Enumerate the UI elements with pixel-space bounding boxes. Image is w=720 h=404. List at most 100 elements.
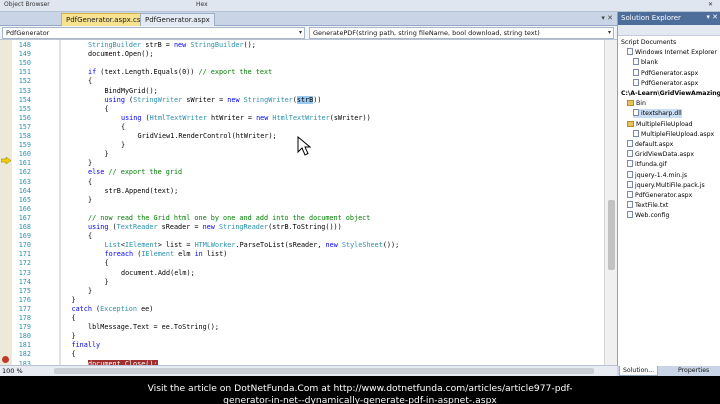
code-line[interactable]: 165} bbox=[0, 196, 604, 205]
tree-item[interactable]: jquery-1.4.min.js bbox=[627, 170, 687, 180]
zoom-level[interactable]: 100 % bbox=[2, 367, 23, 375]
code-line[interactable]: 177 catch (Exception ee) bbox=[0, 305, 604, 314]
tree-item[interactable]: C:\A-Learn\GridViewAmazing\ bbox=[621, 89, 720, 98]
tree-item[interactable]: itfunda.gif bbox=[627, 160, 667, 169]
code-line[interactable]: 164 strB.Append(text); bbox=[0, 187, 604, 196]
code-text[interactable]: { bbox=[88, 232, 92, 241]
code-line[interactable]: 181 finally bbox=[0, 341, 604, 350]
tab-solution[interactable]: Solution... bbox=[619, 366, 659, 376]
code-line[interactable]: 167 // now read the Grid html one by one … bbox=[0, 214, 604, 223]
tab-pdfgenerator-aspx[interactable]: PdfGenerator.aspx bbox=[140, 13, 215, 26]
code-text[interactable]: if (text.Length.Equals(0)) // export the… bbox=[88, 68, 272, 77]
tree-item[interactable]: MultipleFileUpload bbox=[627, 120, 693, 129]
code-line[interactable]: 169 { bbox=[0, 232, 604, 241]
tree-item[interactable]: Script Documents bbox=[621, 38, 676, 47]
code-line[interactable]: 170 List<IElement> list = HTMLWorker.Pars… bbox=[0, 241, 604, 250]
tree-item[interactable]: PdfGenerator.aspx bbox=[627, 191, 692, 200]
code-text[interactable]: finally bbox=[72, 341, 101, 350]
code-line[interactable]: 182 { bbox=[0, 350, 604, 359]
tree-item[interactable]: blank bbox=[633, 58, 658, 67]
code-text[interactable]: } bbox=[105, 278, 109, 287]
code-text[interactable]: } bbox=[105, 150, 109, 159]
code-text[interactable]: { bbox=[105, 259, 109, 268]
code-line[interactable]: 173 document.Add(elm); bbox=[0, 269, 604, 278]
code-line[interactable]: 176} bbox=[0, 296, 604, 305]
code-line[interactable]: 154 using (StringWriter sWriter = new Str… bbox=[0, 95, 604, 105]
code-text[interactable]: StringBuilder strB = new StringBuilder()… bbox=[88, 41, 256, 50]
code-line[interactable]: 178 { bbox=[0, 314, 604, 323]
tree-item[interactable]: GridViewData.aspx bbox=[627, 150, 694, 159]
code-text[interactable]: foreach (IElement elm in list) bbox=[105, 250, 228, 259]
code-text[interactable]: } bbox=[72, 296, 76, 305]
tree-item[interactable]: itextsharp.dll bbox=[633, 109, 682, 119]
tree-item[interactable]: Web.config bbox=[627, 211, 669, 220]
code-text[interactable]: } bbox=[88, 196, 92, 205]
tree-item[interactable]: TextFile.txt bbox=[627, 201, 668, 210]
code-text[interactable]: } bbox=[72, 332, 76, 341]
close-icon[interactable]: ✕ bbox=[708, 1, 713, 8]
code-text[interactable]: using (StringWriter sWriter = new String… bbox=[105, 95, 322, 105]
code-line[interactable]: 149 document.Open(); bbox=[0, 50, 604, 59]
code-text[interactable]: { bbox=[121, 123, 125, 132]
code-line[interactable]: 151 if (text.Length.Equals(0)) // export … bbox=[0, 68, 604, 77]
tree-item[interactable]: MultipleFileUpload.aspx bbox=[633, 129, 714, 139]
code-line[interactable]: 168 using (TextReader sReader = new Strin… bbox=[0, 223, 604, 232]
code-token: )) bbox=[313, 95, 322, 104]
code-text[interactable]: { bbox=[88, 77, 92, 86]
code-text[interactable]: { bbox=[72, 350, 76, 359]
code-text[interactable]: BindMyGrid(); bbox=[105, 87, 158, 96]
code-line[interactable]: 161} bbox=[0, 159, 604, 168]
code-text[interactable]: { bbox=[72, 314, 76, 323]
vertical-scrollbar-thumb[interactable] bbox=[608, 200, 615, 270]
code-text[interactable]: { bbox=[105, 105, 109, 114]
code-text[interactable]: catch (Exception ee) bbox=[72, 305, 154, 314]
code-text[interactable]: document.Add(elm); bbox=[121, 269, 195, 278]
tree-item[interactable]: Windows Internet Explorer bbox=[627, 48, 717, 57]
code-line[interactable]: 156 using (HtmlTextWriter htWriter = new … bbox=[0, 114, 604, 123]
tree-item[interactable]: jquery.MultiFile.pack.js bbox=[627, 180, 705, 190]
code-text[interactable]: { bbox=[88, 178, 92, 187]
code-line[interactable]: 174} bbox=[0, 278, 604, 287]
code-text[interactable]: lblMessage.Text = ee.ToString(); bbox=[88, 323, 219, 332]
code-text[interactable]: List<IElement> list = HTMLWorker.ParseTo… bbox=[105, 241, 400, 250]
code-line[interactable]: 148 StringBuilder strB = new StringBuilde… bbox=[0, 41, 604, 50]
code-line[interactable]: 179 lblMessage.Text = ee.ToString(); bbox=[0, 323, 604, 332]
class-combo[interactable]: PdfGenerator ▾ bbox=[2, 27, 305, 39]
tree-item[interactable]: PdfGenerator.aspx bbox=[633, 68, 698, 78]
member-combo[interactable]: GeneratePDF(string path, string fileName… bbox=[309, 27, 614, 39]
breakpoint-icon[interactable] bbox=[2, 356, 9, 363]
code-text[interactable]: GridView1.RenderControl(htWriter); bbox=[138, 132, 277, 141]
code-line[interactable]: 180} bbox=[0, 332, 604, 341]
vertical-scrollbar[interactable] bbox=[604, 40, 617, 365]
code-line[interactable]: 157 { bbox=[0, 123, 604, 132]
horizontal-scrollbar[interactable] bbox=[54, 368, 594, 374]
code-line[interactable]: 152 { bbox=[0, 77, 604, 86]
hex-label[interactable]: Hex bbox=[196, 1, 208, 8]
code-text[interactable]: else // export the grid bbox=[88, 168, 182, 177]
code-line[interactable]: 166 bbox=[0, 205, 604, 214]
code-line[interactable]: 172 { bbox=[0, 259, 604, 268]
pin-icon[interactable]: ▾ ✕ bbox=[706, 13, 718, 21]
code-line[interactable]: 162 else // export the grid bbox=[0, 168, 604, 177]
tree-item[interactable]: Bin bbox=[627, 99, 646, 108]
code-text[interactable]: } bbox=[88, 287, 92, 296]
code-text[interactable]: document.Open(); bbox=[88, 50, 153, 59]
tree-item[interactable]: PdfGenerator.aspx bbox=[633, 78, 698, 88]
code-text[interactable]: // now read the Grid html one by one and… bbox=[88, 214, 370, 223]
code-text[interactable]: } bbox=[88, 159, 92, 168]
code-line[interactable]: 153 BindMyGrid(); bbox=[0, 87, 604, 96]
code-line[interactable]: 163 { bbox=[0, 178, 604, 187]
code-text[interactable]: } bbox=[121, 141, 125, 150]
code-line[interactable]: 175} bbox=[0, 287, 604, 296]
code-text[interactable]: strB.Append(text); bbox=[105, 187, 179, 196]
tab-properties[interactable]: Properties bbox=[675, 366, 712, 376]
tab-list-dropdown-icon[interactable]: ▾ ✕ bbox=[601, 14, 613, 22]
code-line[interactable]: 150 bbox=[0, 59, 604, 68]
code-text[interactable]: using (HtmlTextWriter htWriter = new Htm… bbox=[121, 114, 371, 123]
code-editor[interactable]: 148 StringBuilder strB = new StringBuilde… bbox=[0, 40, 617, 365]
code-line[interactable]: 171 foreach (IElement elm in list) bbox=[0, 250, 604, 259]
tree-item[interactable]: default.aspx bbox=[627, 140, 673, 149]
object-browser-label[interactable]: Object Browser bbox=[4, 1, 50, 8]
code-line[interactable]: 155 { bbox=[0, 105, 604, 114]
code-text[interactable]: using (TextReader sReader = new StringRe… bbox=[88, 223, 342, 232]
